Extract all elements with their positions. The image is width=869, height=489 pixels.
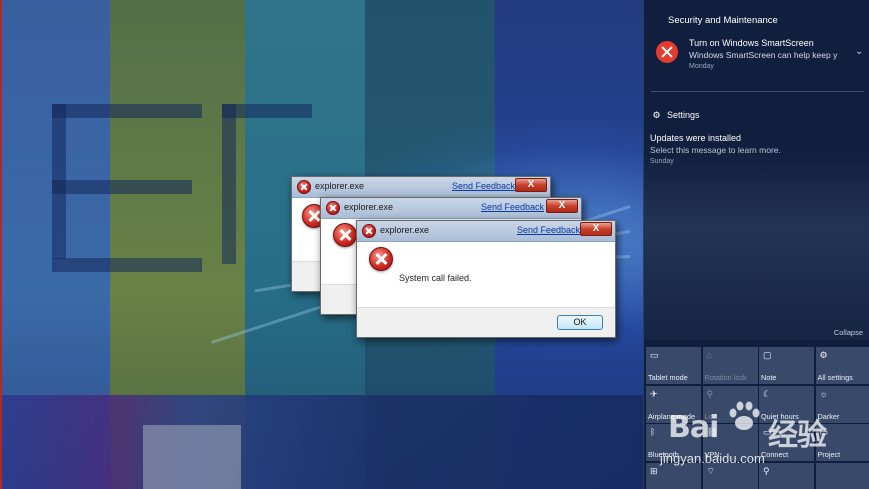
- location-icon: ⚲: [763, 465, 770, 476]
- notification-group-title: Security and Maintenance: [668, 15, 778, 26]
- watermark-url: jingyan.baidu.com: [660, 451, 765, 466]
- quick-action-tile[interactable]: [815, 462, 869, 489]
- paw-icon: [729, 401, 760, 430]
- quick-action-tile[interactable]: ⊞: [646, 462, 701, 489]
- update-body[interactable]: Select this message to learn more.: [650, 145, 781, 155]
- bluetooth-icon: ᛒ: [650, 427, 656, 437]
- notification-body: Windows SmartScreen can help keep y: [689, 50, 838, 60]
- chevron-down-icon[interactable]: ⌄: [855, 46, 863, 57]
- error-dialog-front[interactable]: explorer.exe Send Feedback X System call…: [356, 220, 616, 338]
- notification-title: Turn on Windows SmartScreen: [689, 38, 814, 48]
- quick-action-tile[interactable]: ▭ Tablet mode: [646, 347, 701, 384]
- send-feedback-link[interactable]: Send Feedback: [517, 225, 580, 235]
- close-button[interactable]: X: [546, 199, 578, 213]
- settings-group-title[interactable]: ⚙ Settings: [652, 110, 700, 121]
- tablet-icon: ▭: [650, 350, 659, 360]
- quick-action-tile[interactable]: ⚲: [759, 462, 814, 489]
- notification-date: Monday: [689, 63, 714, 70]
- collapse-link[interactable]: Collapse: [834, 328, 863, 337]
- quick-action-tile[interactable]: ⚙ All settings: [815, 347, 869, 384]
- dialog-titlebar[interactable]: explorer.exe Send Feedback X: [321, 198, 581, 219]
- update-title[interactable]: Updates were installed: [650, 133, 741, 143]
- quick-action-tile[interactable]: ⌂ Rotation lock: [702, 347, 758, 384]
- error-icon: [369, 247, 393, 271]
- watermark-brand-cn: 经验: [768, 418, 827, 453]
- update-date: Sunday: [650, 158, 674, 165]
- error-icon: [656, 41, 678, 63]
- quick-action-label: Rotation lock: [704, 373, 747, 382]
- note-icon: ▢: [763, 350, 772, 360]
- divider: [651, 91, 864, 92]
- close-button[interactable]: X: [580, 222, 612, 236]
- dialog-title: explorer.exe: [344, 202, 394, 212]
- error-icon: [297, 180, 311, 194]
- rotation-lock-icon: ⌂: [706, 350, 712, 360]
- dialog-titlebar[interactable]: explorer.exe Send Feedback X: [292, 177, 550, 198]
- quick-action-tile[interactable]: ▢ Note: [759, 347, 814, 384]
- ok-button[interactable]: OK: [557, 315, 603, 330]
- quick-action-label: All settings: [817, 373, 853, 382]
- moon-icon: ☾: [763, 388, 772, 399]
- network-icon: ⊞: [650, 465, 658, 476]
- dialog-title: explorer.exe: [380, 225, 430, 235]
- baidu-watermark: Bai 经验: [668, 401, 858, 453]
- settings-label: Settings: [667, 110, 700, 120]
- error-icon: [362, 224, 376, 238]
- brightness-icon: ☼: [819, 388, 828, 399]
- quick-action-tile[interactable]: ⌔: [702, 462, 758, 489]
- error-icon: [333, 223, 357, 247]
- close-button[interactable]: X: [515, 178, 547, 192]
- send-feedback-link[interactable]: Send Feedback: [452, 181, 515, 191]
- gear-icon: ⚙: [652, 110, 661, 120]
- wifi-icon: ⌔: [706, 465, 715, 476]
- quick-action-label: Tablet mode: [648, 373, 688, 382]
- error-message: System call failed.: [399, 273, 472, 283]
- send-feedback-link[interactable]: Send Feedback: [481, 202, 544, 212]
- error-icon: [326, 201, 340, 215]
- dialog-titlebar[interactable]: explorer.exe Send Feedback X: [357, 221, 615, 242]
- watermark-brand: Bai: [668, 410, 719, 445]
- location-icon: ⚲: [706, 388, 714, 399]
- dialog-title: explorer.exe: [315, 181, 365, 191]
- gear-icon: ⚙: [819, 350, 828, 360]
- smartscreen-notification[interactable]: Turn on Windows SmartScreen Windows Smar…: [644, 34, 869, 84]
- quick-action-label: Note: [761, 373, 777, 382]
- airplane-icon: ✈: [650, 388, 658, 399]
